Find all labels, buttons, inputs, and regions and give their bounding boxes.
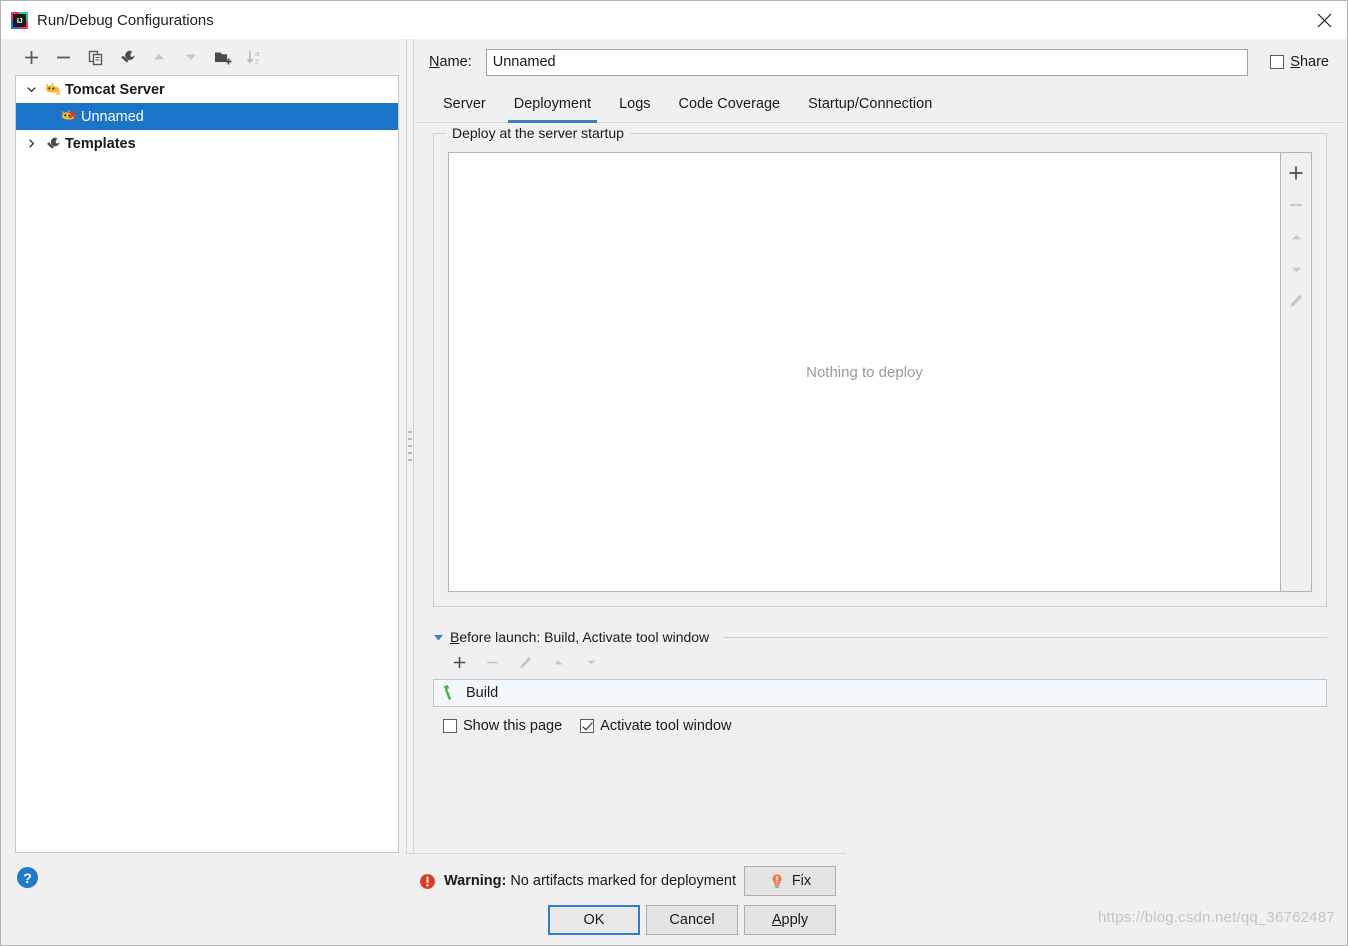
before-launch-task-list[interactable]: Build bbox=[433, 679, 1327, 707]
before-launch-toolbar bbox=[433, 645, 1327, 679]
help-area: ? bbox=[1, 853, 405, 945]
tab-logs[interactable]: Logs bbox=[605, 85, 664, 122]
fix-button[interactable]: Fix bbox=[743, 866, 836, 896]
move-down-button[interactable] bbox=[175, 42, 207, 72]
help-button[interactable]: ? bbox=[17, 867, 38, 888]
before-launch-section: Before launch: Build, Activate tool wind… bbox=[433, 629, 1327, 734]
remove-before-launch-task-button[interactable] bbox=[476, 648, 509, 676]
move-artifact-down-button[interactable] bbox=[1282, 255, 1310, 283]
lightbulb-icon bbox=[772, 874, 782, 888]
remove-artifact-button[interactable] bbox=[1282, 191, 1310, 219]
window-title: Run/Debug Configurations bbox=[37, 11, 214, 29]
before-launch-divider bbox=[723, 636, 1327, 638]
splitter-grip-icon bbox=[408, 431, 412, 461]
warning-text: Warning: No artifacts marked for deploym… bbox=[444, 873, 736, 889]
cancel-button[interactable]: Cancel bbox=[645, 905, 738, 935]
add-configuration-button[interactable] bbox=[15, 42, 47, 72]
tree-item-label: Tomcat Server bbox=[65, 81, 165, 98]
close-icon[interactable] bbox=[1301, 1, 1347, 39]
show-this-page-label: Show this page bbox=[463, 718, 563, 734]
tree-item-label: Templates bbox=[65, 135, 136, 152]
tree-item-templates[interactable]: Templates bbox=[16, 130, 398, 157]
tab-deployment[interactable]: Deployment bbox=[500, 85, 605, 123]
triangle-down-icon[interactable] bbox=[433, 632, 444, 643]
warning-label: Warning: bbox=[444, 873, 507, 889]
tree-item-unnamed[interactable]: Unnamed bbox=[16, 103, 398, 130]
edit-before-launch-task-button[interactable] bbox=[509, 648, 542, 676]
share-checkbox-box[interactable] bbox=[1270, 55, 1285, 69]
activate-tool-window-checkbox-box[interactable] bbox=[580, 719, 595, 733]
name-label: Name: bbox=[429, 54, 472, 70]
deploy-table-wrap: Nothing to deploy bbox=[448, 152, 1312, 592]
before-launch-header[interactable]: Before launch: Build, Activate tool wind… bbox=[433, 629, 1327, 645]
wrench-icon bbox=[42, 135, 62, 153]
deploy-group-title: Deploy at the server startup bbox=[446, 125, 630, 141]
hammer-icon bbox=[442, 684, 458, 703]
activate-tool-window-checkbox[interactable]: Activate tool window bbox=[580, 718, 732, 734]
dialog-body: a z Tomcat Server Unnamed Templates Name… bbox=[1, 39, 1347, 853]
edit-artifact-button[interactable] bbox=[1282, 287, 1310, 315]
add-before-launch-task-button[interactable] bbox=[443, 648, 476, 676]
ok-button[interactable]: OK bbox=[547, 905, 640, 935]
intellij-idea-icon: IJ bbox=[11, 11, 28, 29]
before-launch-task-label: Build bbox=[466, 685, 499, 701]
edit-templates-button[interactable] bbox=[111, 42, 143, 72]
name-input[interactable] bbox=[485, 48, 1249, 76]
pane-splitter[interactable] bbox=[405, 39, 415, 853]
svg-text:z: z bbox=[255, 57, 259, 66]
configurations-pane: a z Tomcat Server Unnamed Templates bbox=[1, 39, 405, 853]
show-this-page-checkbox-box[interactable] bbox=[443, 719, 457, 733]
tree-item-tomcat-server[interactable]: Tomcat Server bbox=[16, 76, 398, 103]
configuration-tabs: Server Deployment Logs Code Coverage Sta… bbox=[415, 85, 1343, 123]
add-artifact-button[interactable] bbox=[1282, 159, 1310, 187]
deployment-artifacts-table[interactable]: Nothing to deploy bbox=[448, 152, 1280, 592]
configurations-tree[interactable]: Tomcat Server Unnamed Templates bbox=[15, 75, 399, 853]
move-up-button[interactable] bbox=[143, 42, 175, 72]
configuration-editor-pane: Name: Share Server Deployment Logs Code … bbox=[415, 39, 1347, 853]
tab-startup-connection[interactable]: Startup/Connection bbox=[794, 85, 946, 122]
fix-button-label: Fix bbox=[791, 873, 812, 889]
title-bar: IJ Run/Debug Configurations bbox=[1, 1, 1347, 39]
run-debug-configurations-dialog: IJ Run/Debug Configurations a z Tomcat S… bbox=[0, 0, 1348, 946]
tomcat-error-icon bbox=[58, 108, 78, 126]
nothing-to-deploy-text: Nothing to deploy bbox=[806, 363, 923, 381]
show-this-page-checkbox[interactable]: Show this page bbox=[443, 718, 562, 734]
move-task-down-button[interactable] bbox=[575, 648, 608, 676]
deployment-tab-content: Deploy at the server startup Nothing to … bbox=[415, 123, 1343, 853]
new-folder-button[interactable] bbox=[207, 42, 239, 72]
copy-configuration-button[interactable] bbox=[79, 42, 111, 72]
before-launch-title: Before launch: Build, Activate tool wind… bbox=[450, 629, 710, 645]
dialog-buttons: OK Cancel Apply bbox=[405, 896, 846, 935]
chevron-right-icon[interactable] bbox=[20, 133, 42, 155]
warning-row: Warning: No artifacts marked for deploym… bbox=[405, 854, 846, 896]
warning-message: No artifacts marked for deployment bbox=[510, 873, 736, 889]
configurations-toolbar: a z bbox=[15, 39, 399, 75]
deploy-at-server-startup-group: Deploy at the server startup Nothing to … bbox=[433, 125, 1327, 607]
activate-tool-window-label: Activate tool window bbox=[600, 718, 732, 734]
dialog-footer: ? Warning: No artifacts marked for deplo… bbox=[1, 853, 1347, 945]
deployment-side-toolbar bbox=[1280, 152, 1312, 592]
tab-code-coverage[interactable]: Code Coverage bbox=[665, 85, 795, 122]
name-row: Name: Share bbox=[415, 39, 1343, 85]
chevron-down-icon[interactable] bbox=[20, 79, 42, 101]
share-checkbox[interactable]: Share bbox=[1270, 54, 1329, 70]
move-artifact-up-button[interactable] bbox=[1282, 223, 1310, 251]
remove-configuration-button[interactable] bbox=[47, 42, 79, 72]
error-icon bbox=[420, 873, 435, 889]
before-launch-options: Show this page Activate tool window bbox=[433, 718, 1327, 734]
apply-button[interactable]: Apply bbox=[743, 905, 836, 935]
sort-configurations-button[interactable]: a z bbox=[239, 42, 271, 72]
tomcat-icon bbox=[42, 81, 62, 99]
share-checkbox-label: Share bbox=[1290, 54, 1329, 70]
move-task-up-button[interactable] bbox=[542, 648, 575, 676]
status-and-buttons: Warning: No artifacts marked for deploym… bbox=[405, 853, 846, 945]
tab-server[interactable]: Server bbox=[429, 85, 500, 122]
tree-item-label: Unnamed bbox=[81, 108, 144, 125]
